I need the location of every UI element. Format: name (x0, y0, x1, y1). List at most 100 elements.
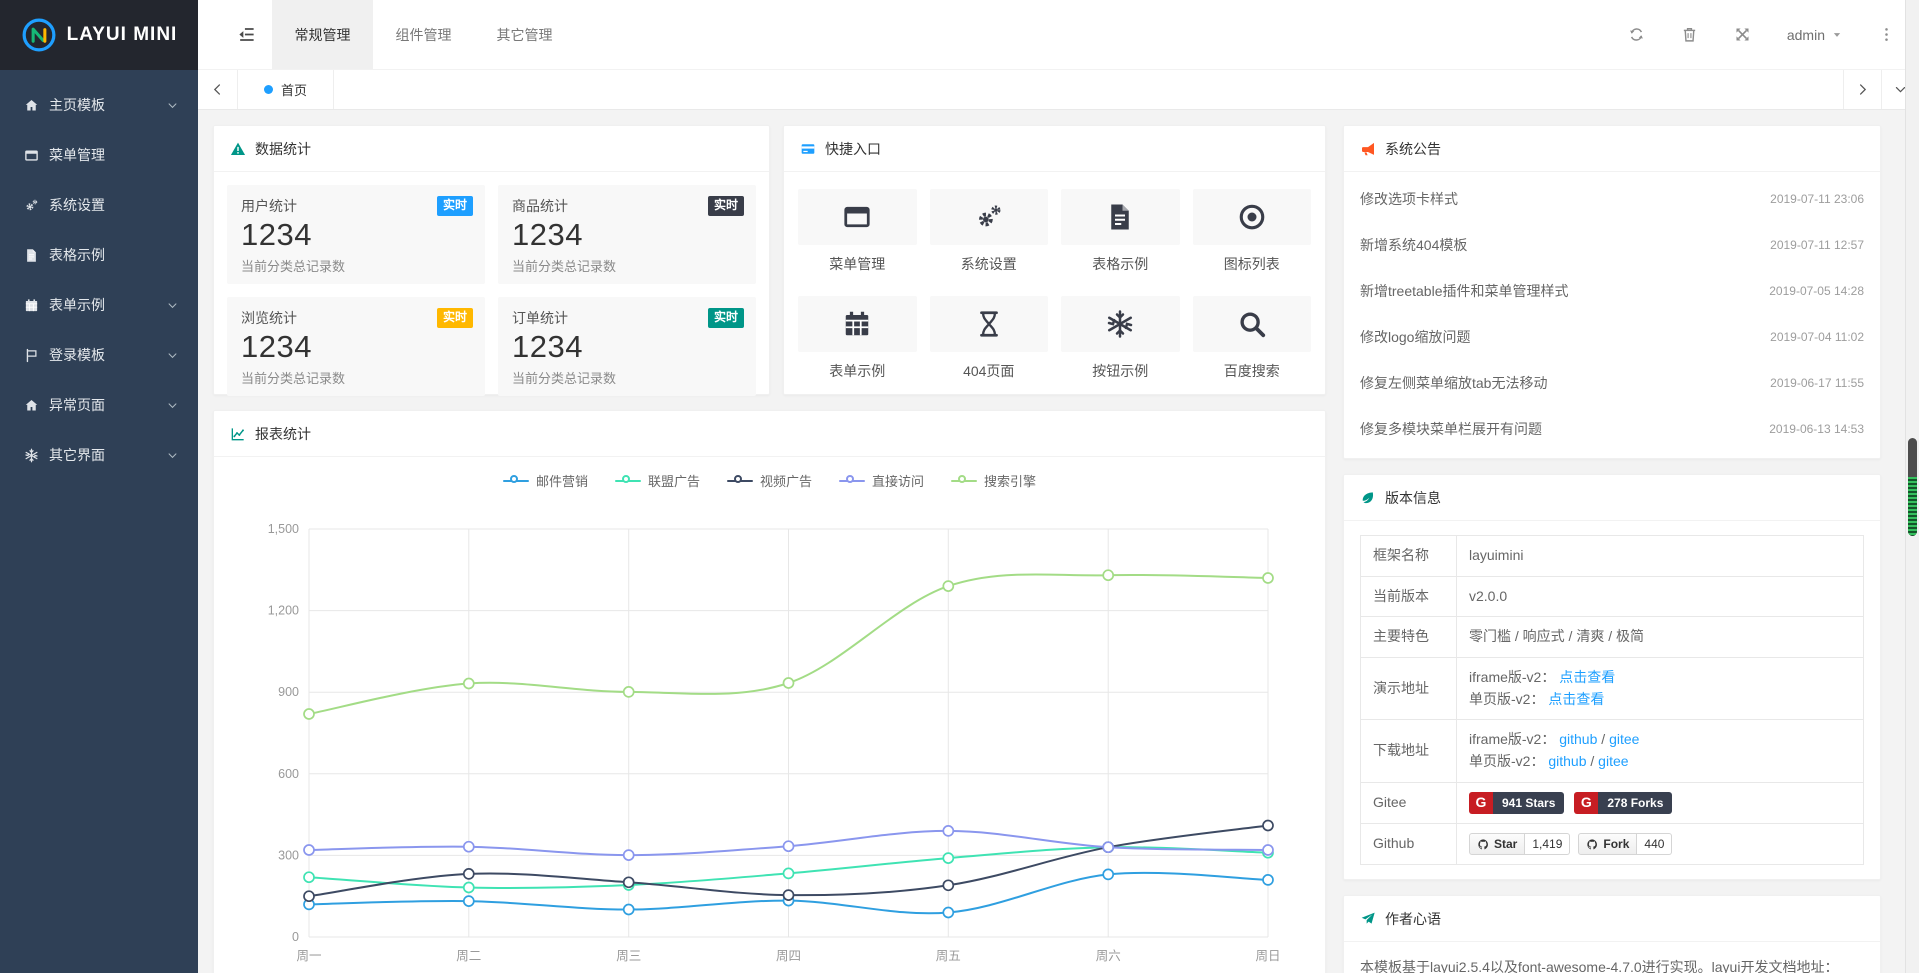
chevron-down-icon (167, 400, 178, 411)
gitee-badge[interactable]: G941 Stars (1469, 792, 1564, 814)
snowflake-icon (1105, 309, 1135, 339)
sidebar-item[interactable]: 登录模板 (0, 330, 198, 380)
legend-item[interactable]: 搜索引擎 (951, 471, 1036, 490)
sidebar-item[interactable]: 主页模板 (0, 80, 198, 130)
version-link[interactable]: github (1559, 731, 1597, 747)
version-link[interactable]: github (1548, 753, 1586, 769)
stat-desc: 当前分类总记录数 (241, 368, 471, 387)
outdent-icon (237, 25, 256, 44)
sidebar-item[interactable]: 异常页面 (0, 380, 198, 430)
scrollbar[interactable] (1905, 0, 1919, 973)
sidebar-item[interactable]: 系统设置 (0, 180, 198, 230)
circle-dot-icon (1237, 202, 1267, 232)
announcement-title: 新增treetable插件和菜单管理样式 (1360, 281, 1568, 301)
version-key: Github (1361, 824, 1457, 865)
quick-item[interactable]: 图标列表 (1193, 189, 1312, 274)
nav-tab[interactable]: 其它管理 (474, 0, 575, 69)
version-line: iframe版-v2： 点击查看 (1469, 667, 1851, 689)
version-value: layuimini (1469, 547, 1523, 563)
home-icon (24, 398, 39, 413)
warning-icon (230, 141, 246, 157)
clear-cache-button[interactable] (1681, 26, 1698, 43)
quick-item[interactable]: 系统设置 (930, 189, 1049, 274)
paper-plane-icon (1360, 911, 1376, 927)
quick-item[interactable]: 404页面 (930, 296, 1049, 381)
quick-icon-box (1193, 296, 1312, 352)
author-title: 作者心语 (1385, 909, 1441, 929)
gitee-icon: G (1574, 792, 1598, 814)
app-logo[interactable]: LAYUI MINI (0, 0, 198, 70)
fullscreen-button[interactable] (1734, 26, 1751, 43)
quick-item[interactable]: 百度搜索 (1193, 296, 1312, 381)
legend-item[interactable]: 邮件营销 (503, 471, 588, 490)
quick-icon-box (798, 296, 917, 352)
stat-value: 1234 (512, 329, 742, 365)
quick-item[interactable]: 表格示例 (1061, 189, 1180, 274)
tab-scroll-left-button[interactable] (198, 70, 238, 109)
stats-card-header: 数据统计 (214, 126, 769, 172)
legend-item[interactable]: 直接访问 (839, 471, 924, 490)
sidebar-item[interactable]: 菜单管理 (0, 130, 198, 180)
version-link[interactable]: 点击查看 (1548, 691, 1604, 707)
version-link[interactable]: gitee (1609, 731, 1639, 747)
file-icon (24, 248, 39, 263)
username: admin (1787, 27, 1825, 43)
sidebar-item[interactable]: 表单示例 (0, 280, 198, 330)
announcement-row[interactable]: 修改logo缩放问题 2019-07-04 11:02 (1344, 314, 1880, 360)
tab-home[interactable]: 首页 (238, 70, 334, 109)
version-card: 版本信息 框架名称layuimini当前版本v2.0.0主要特色零门槛 / 响应… (1343, 474, 1881, 880)
github-icon (1586, 838, 1599, 851)
quick-item[interactable]: 按钮示例 (1061, 296, 1180, 381)
refresh-button[interactable] (1628, 26, 1645, 43)
user-menu[interactable]: admin (1787, 27, 1842, 43)
sidebar-collapse-button[interactable] (220, 0, 272, 69)
calendar-icon (842, 309, 872, 339)
announcement-row[interactable]: 新增系统404模板 2019-07-11 12:57 (1344, 222, 1880, 268)
report-card-header: 报表统计 (214, 411, 1325, 457)
version-key: Gitee (1361, 782, 1457, 823)
kebab-icon (1878, 26, 1895, 43)
header-actions: admin (1628, 0, 1919, 69)
quick-item[interactable]: 表单示例 (798, 296, 917, 381)
tab-scroll-right-button[interactable] (1843, 70, 1881, 109)
quick-item-label: 图标列表 (1193, 254, 1312, 274)
more-menu-button[interactable] (1878, 26, 1895, 43)
svg-text:周六: 周六 (1096, 949, 1121, 963)
version-value-cell: Star1,419 Fork440 (1457, 824, 1864, 865)
version-row: 演示地址iframe版-v2： 点击查看单页版-v2： 点击查看 (1361, 658, 1864, 720)
quick-icon-box (798, 189, 917, 245)
svg-text:300: 300 (278, 848, 299, 862)
quick-icon-box (930, 189, 1049, 245)
nav-tab[interactable]: 常规管理 (272, 0, 373, 69)
gitee-badge[interactable]: G278 Forks (1574, 792, 1672, 814)
gears-icon (24, 198, 39, 213)
card-icon (800, 141, 816, 157)
quick-item[interactable]: 菜单管理 (798, 189, 917, 274)
gitee-badge-label: 941 Stars (1493, 792, 1564, 814)
announcement-date: 2019-07-11 12:57 (1770, 238, 1864, 252)
legend-item[interactable]: 视频广告 (727, 471, 812, 490)
line-chart-canvas: 03006009001,2001,500周一周二周三周四周五周六周日 (214, 490, 1325, 973)
announcement-row[interactable]: 新增treetable插件和菜单管理样式 2019-07-05 14:28 (1344, 268, 1880, 314)
github-badge[interactable]: Star1,419 (1469, 833, 1570, 855)
version-link[interactable]: 点击查看 (1559, 669, 1615, 685)
sidebar-item[interactable]: 表格示例 (0, 230, 198, 280)
refresh-icon (1628, 26, 1645, 43)
version-link[interactable]: gitee (1598, 753, 1628, 769)
announcement-row[interactable]: 修复左侧菜单缩放tab无法移动 2019-06-17 11:55 (1344, 360, 1880, 406)
announcement-row[interactable]: 修改选项卡样式 2019-07-11 23:06 (1344, 176, 1880, 222)
sidebar-item-label: 菜单管理 (49, 145, 178, 165)
legend-item[interactable]: 联盟广告 (615, 471, 700, 490)
scrollbar-thumb[interactable] (1908, 438, 1917, 536)
svg-text:0: 0 (292, 930, 299, 944)
sidebar-item[interactable]: 其它界面 (0, 430, 198, 480)
legend-label: 邮件营销 (536, 471, 588, 490)
active-tab-dot (264, 85, 273, 94)
stat-badge: 实时 (708, 308, 744, 328)
nav-tab[interactable]: 组件管理 (373, 0, 474, 69)
megaphone-icon (1360, 141, 1376, 157)
window-icon (24, 148, 39, 163)
github-badge[interactable]: Fork440 (1578, 833, 1672, 855)
announcement-row[interactable]: 修复多模块菜单栏展开有问题 2019-06-13 14:53 (1344, 406, 1880, 452)
announcement-title: 新增系统404模板 (1360, 235, 1467, 255)
